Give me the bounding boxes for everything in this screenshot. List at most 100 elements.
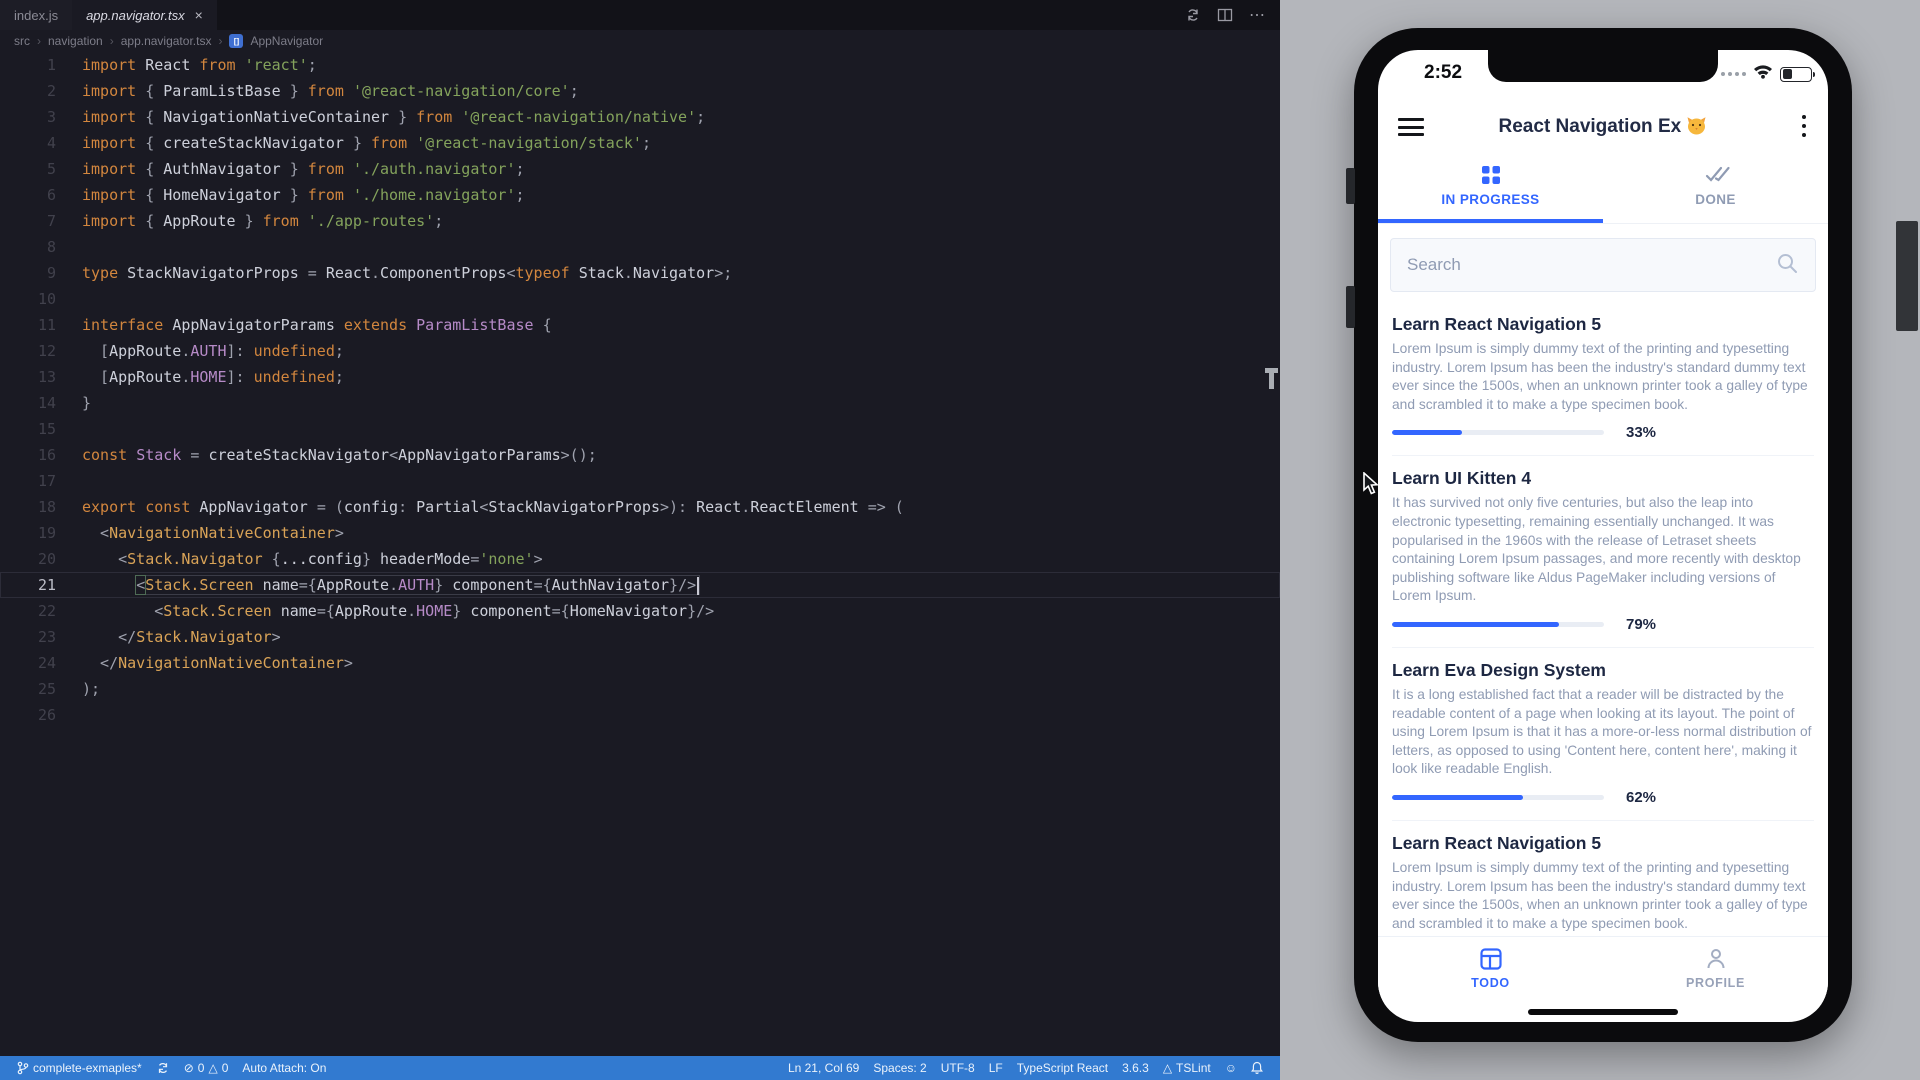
line-number: 23: [37, 628, 56, 646]
tab-done[interactable]: DONE: [1603, 152, 1828, 223]
code-line[interactable]: 8: [0, 234, 1280, 260]
todo-title: Learn UI Kitten 4: [1392, 468, 1532, 489]
todo-description: Lorem Ipsum is simply dummy text of the …: [1392, 859, 1808, 931]
search-placeholder: Search: [1407, 255, 1461, 274]
wifi-icon: [1753, 64, 1773, 84]
bottom-tab-label: PROFILE: [1685, 976, 1746, 990]
code-line[interactable]: 24 </NavigationNativeContainer>: [0, 650, 1280, 676]
breadcrumb-item-file[interactable]: app.navigator.tsx: [121, 34, 212, 48]
code-line[interactable]: 10: [0, 286, 1280, 312]
code-line[interactable]: 2 import { ParamListBase } from '@react-n…: [0, 78, 1280, 104]
code-line[interactable]: 11 interface AppNavigatorParams extends P…: [0, 312, 1280, 338]
code-line[interactable]: 25);: [0, 676, 1280, 702]
phone-volume-down-button: [1346, 286, 1355, 328]
encoding-setting[interactable]: UTF-8: [934, 1061, 982, 1075]
sync-status[interactable]: [149, 1056, 177, 1080]
line-number: 26: [37, 706, 56, 724]
open-changes-icon[interactable]: [1185, 7, 1201, 23]
close-tab-icon[interactable]: ×: [195, 7, 203, 23]
cursor-position[interactable]: Ln 21, Col 69: [781, 1061, 866, 1075]
line-number: 13: [37, 368, 56, 386]
code-line[interactable]: 21 <Stack.Screen name={AppRoute.AUTH} co…: [0, 572, 1280, 598]
eol-setting[interactable]: LF: [982, 1061, 1010, 1075]
breadcrumb-separator: ›: [37, 34, 41, 48]
todo-item[interactable]: Learn React Navigation 5 Lorem Ipsum is …: [1392, 821, 1814, 936]
code-line[interactable]: 7 import { AppRoute } from './app-routes'…: [0, 208, 1280, 234]
language-mode[interactable]: TypeScript React: [1010, 1061, 1115, 1075]
code-line[interactable]: 5 import { AuthNavigator } from './auth.n…: [0, 156, 1280, 182]
breadcrumb-separator: ›: [218, 34, 223, 48]
todo-item[interactable]: Learn Eva Design System It is a long est…: [1392, 648, 1814, 821]
line-number: 17: [37, 472, 56, 490]
cellular-signal-icon: [1721, 72, 1746, 76]
tab-index-js[interactable]: index.js: [0, 0, 73, 30]
ts-version[interactable]: 3.6.3: [1115, 1061, 1156, 1075]
layout-todo-icon: [1479, 947, 1503, 971]
window-scrollbar-thumb[interactable]: [1896, 221, 1918, 331]
home-indicator[interactable]: [1528, 1009, 1678, 1015]
breadcrumb-item-navigation[interactable]: navigation: [48, 34, 103, 48]
more-actions-icon[interactable]: ⋯: [1249, 5, 1266, 25]
mouse-cursor: [1362, 471, 1384, 501]
bottom-tab-label: TODO: [1471, 976, 1510, 990]
battery-icon: [1780, 66, 1815, 82]
progress-bar-track: [1392, 621, 1604, 627]
todo-item[interactable]: Learn React Navigation 5 Lorem Ipsum is …: [1392, 302, 1814, 457]
code-line[interactable]: 17: [0, 468, 1280, 494]
search-input[interactable]: Search: [1390, 238, 1816, 292]
progress-percent-label: 79%: [1626, 615, 1657, 633]
code-line[interactable]: 26: [0, 702, 1280, 728]
git-branch-status[interactable]: complete-exmaples*: [10, 1056, 149, 1080]
line-number: 22: [37, 602, 56, 620]
tslint-status[interactable]: △ TSLint: [1156, 1061, 1218, 1075]
line-number: 8: [46, 238, 56, 256]
todo-progress-row: 33%: [1392, 424, 1814, 441]
code-line[interactable]: 18 export const AppNavigator = (config: P…: [0, 494, 1280, 520]
code-line[interactable]: 9 type StackNavigatorProps = React.Compon…: [0, 260, 1280, 286]
split-editor-icon[interactable]: [1217, 7, 1233, 23]
editor-actions: ⋯: [1185, 0, 1280, 30]
grid-icon: [1480, 164, 1502, 186]
code-line[interactable]: 3 import { NavigationNativeContainer } fr…: [0, 104, 1280, 130]
code-line[interactable]: 15: [0, 416, 1280, 442]
progress-percent-label: 62%: [1626, 788, 1657, 806]
problems-status[interactable]: ⊘ 0 △ 0: [177, 1056, 236, 1080]
tab-label: app.navigator.tsx: [86, 7, 185, 23]
phone-status-bar: 2:52: [1378, 58, 1828, 88]
code-line[interactable]: 6 import { HomeNavigator } from './home.n…: [0, 182, 1280, 208]
indentation-setting[interactable]: Spaces: 2: [866, 1061, 933, 1075]
status-bar-right: Ln 21, Col 69 Spaces: 2 UTF-8 LF TypeScr…: [781, 1061, 1270, 1075]
code-line[interactable]: 1 import React from 'react';: [0, 52, 1280, 78]
line-number: 10: [37, 290, 56, 308]
code-editor[interactable]: 1 import React from 'react'; 2 import { Par…: [0, 52, 1280, 1056]
status-bar: complete-exmaples* ⊘ 0 △ 0 Auto Attach: …: [0, 1056, 1280, 1080]
text-cursor: [697, 576, 700, 595]
auto-attach-label: Auto Attach: On: [242, 1061, 327, 1075]
code-line[interactable]: 4 import { createStackNavigator } from '@…: [0, 130, 1280, 156]
todo-progress-row: 79%: [1392, 616, 1814, 633]
code-line[interactable]: 23 </Stack.Navigator>: [0, 624, 1280, 650]
code-line[interactable]: 13 [AppRoute.HOME]: undefined;: [0, 364, 1280, 390]
code-line[interactable]: 12 [AppRoute.AUTH]: undefined;: [0, 338, 1280, 364]
line-number: 6: [46, 186, 56, 204]
breadcrumb-separator: ›: [109, 34, 114, 48]
code-line[interactable]: 19 <NavigationNativeContainer>: [0, 520, 1280, 546]
more-options-kebab-icon[interactable]: [1802, 115, 1806, 142]
notifications-bell-icon[interactable]: [1244, 1061, 1270, 1075]
progress-bar-track: [1392, 794, 1604, 800]
tab-in-progress[interactable]: IN PROGRESS: [1378, 152, 1603, 223]
code-line[interactable]: 22 <Stack.Screen name={AppRoute.HOME} co…: [0, 598, 1280, 624]
top-tab-bar: IN PROGRESS DONE: [1378, 152, 1828, 224]
feedback-smiley-icon[interactable]: ☺: [1218, 1061, 1244, 1075]
bottom-tab-todo[interactable]: TODO: [1378, 937, 1603, 1012]
todo-item[interactable]: Learn UI Kitten 4 It has survived not on…: [1392, 456, 1814, 648]
auto-attach-status[interactable]: Auto Attach: On: [235, 1056, 333, 1080]
code-line[interactable]: 14}: [0, 390, 1280, 416]
todo-title: Learn Eva Design System: [1392, 659, 1606, 680]
code-line[interactable]: 16 const Stack = createStackNavigator<App…: [0, 442, 1280, 468]
breadcrumb-item-symbol[interactable]: AppNavigator: [250, 34, 323, 48]
code-line[interactable]: 20 <Stack.Navigator {...config} headerMo…: [0, 546, 1280, 572]
tab-app-navigator-tsx[interactable]: app.navigator.tsx ×: [72, 0, 217, 30]
breadcrumb-item-src[interactable]: src: [14, 34, 30, 48]
bottom-tab-profile[interactable]: PROFILE: [1603, 937, 1828, 1012]
